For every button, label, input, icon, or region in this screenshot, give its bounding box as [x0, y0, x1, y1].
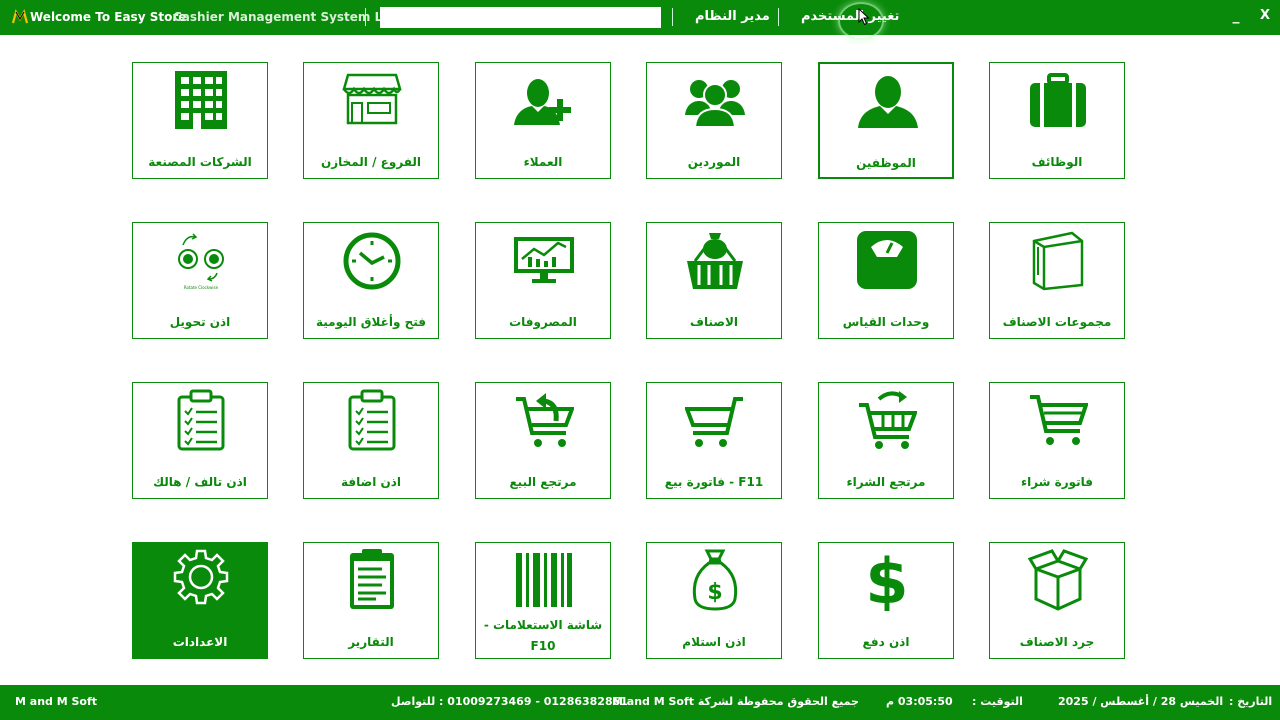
tile-label: اذن دفع [862, 635, 910, 649]
building-icon [175, 71, 227, 129]
tile-employees[interactable]: الموظفين [818, 62, 954, 179]
monitor-chart-icon [514, 237, 574, 283]
copyright-text: جميع الحقوق محفوظة لشركة M and M Soft [612, 695, 859, 708]
tile-purchase-return[interactable]: مرتجع الشراء [818, 382, 954, 499]
close-button[interactable]: X [1258, 8, 1272, 26]
tile-label: الشركات المصنعة [148, 155, 252, 169]
tile-purchase-invoice[interactable]: فاتورة شراء [989, 382, 1125, 499]
suppliers-icon [685, 80, 745, 128]
time-value: 03:05:50 م [886, 695, 953, 708]
title-bar: Welcome To Easy Store Cashier Management… [0, 0, 1280, 40]
tile-label: الوظائف [1031, 155, 1083, 169]
tile-label: مرتجع الشراء [846, 475, 926, 489]
shopping-bag-icon [1032, 231, 1084, 291]
tile-label: اذن تحويل [169, 315, 231, 329]
briefcase-icon [1030, 73, 1086, 127]
contact-phones: 01286382861 - 01009273469 : للتواصل [391, 695, 628, 708]
barcode-icon [516, 553, 572, 607]
add-customer-icon [514, 79, 571, 125]
tile-units[interactable]: وحدات القياس [818, 222, 954, 339]
cart-icon [1030, 395, 1088, 445]
tile-inquiry[interactable]: شاشة الاستعلامات - F10 [475, 542, 611, 659]
search-input[interactable] [380, 7, 661, 28]
tile-label: اذن استلام [682, 635, 746, 649]
tile-label: شاشة الاستعلامات - F10 [476, 615, 610, 657]
tile-jobs[interactable]: الوظائف [989, 62, 1125, 179]
cart-sale-icon [685, 397, 743, 447]
rotate-clockwise-icon: Rotate Clockwise [178, 233, 224, 290]
tile-label: الموظفين [856, 156, 916, 170]
minimize-button[interactable]: _ [1229, 8, 1243, 26]
money-bag-icon: $ [692, 549, 738, 611]
tile-label: الفروع / المخازن [320, 155, 422, 169]
svg-text:$: $ [865, 547, 908, 611]
tile-label: مجموعات الاصناف [1002, 315, 1112, 329]
cart-return-icon [859, 391, 917, 449]
divider [778, 8, 780, 26]
tile-label: اذن اضافة [340, 475, 402, 489]
tile-label: جرد الاصناف [1019, 635, 1095, 649]
tile-customers[interactable]: العملاء [475, 62, 611, 179]
tile-label-line1: شاشة الاستعلامات - [483, 618, 603, 632]
tile-label: التقارير [348, 635, 394, 649]
company-name: M and M Soft [15, 695, 98, 708]
tile-item-groups[interactable]: مجموعات الاصناف [989, 222, 1125, 339]
clipboard-icon [348, 389, 396, 451]
tile-inventory[interactable]: جرد الاصناف [989, 542, 1125, 659]
divider [672, 8, 674, 26]
app-logo-icon [12, 9, 28, 24]
tile-open-close-day[interactable]: فتح وأغلاق اليومية [303, 222, 439, 339]
time-label: التوقيت : [972, 695, 1023, 708]
icon-caption: Rotate Clockwise [184, 285, 219, 290]
box-icon [1028, 549, 1088, 611]
tile-suppliers[interactable]: الموردين [646, 62, 782, 179]
tile-addition[interactable]: اذن اضافة [303, 382, 439, 499]
tile-items[interactable]: الاصناف [646, 222, 782, 339]
date-value: الخميس 28 / أغسطس / 2025 [1058, 695, 1224, 708]
tile-label: اذن تالف / هالك [153, 475, 247, 489]
tile-reports[interactable]: التقارير [303, 542, 439, 659]
tile-settings[interactable]: الاعدادات [132, 542, 268, 659]
tile-sale-invoice[interactable]: F11 - فاتورة بيع [646, 382, 782, 499]
tile-label: العملاء [523, 155, 563, 169]
tile-label: وحدات القياس [842, 315, 930, 329]
mouse-cursor-icon [858, 8, 870, 26]
tile-manufacturers[interactable]: الشركات المصنعة [132, 62, 268, 179]
scale-icon [857, 231, 917, 289]
tile-label-line2: F10 [530, 639, 556, 653]
tile-sale-return[interactable]: مرتجع البيع [475, 382, 611, 499]
tile-payment[interactable]: $ اذن دفع [818, 542, 954, 659]
tile-label: مرتجع البيع [509, 475, 577, 489]
tile-label: الاصناف [690, 315, 738, 329]
tile-label: F11 - فاتورة بيع [664, 475, 764, 489]
tile-branches[interactable]: الفروع / المخازن [303, 62, 439, 179]
dollar-icon: $ [865, 547, 908, 611]
gear-icon [173, 549, 229, 605]
clock-icon [343, 232, 401, 290]
tile-receipt[interactable]: $ اذن استلام [646, 542, 782, 659]
report-icon [350, 549, 394, 609]
svg-text:$: $ [707, 580, 722, 605]
date-label: التاريخ : [1229, 695, 1273, 708]
divider [365, 8, 367, 26]
admin-button[interactable]: مدير النظام [695, 9, 770, 24]
tile-damage[interactable]: اذن تالف / هالك [132, 382, 268, 499]
store-icon [342, 73, 402, 125]
employee-icon [858, 76, 918, 128]
tile-label: الموردين [687, 155, 741, 169]
tile-label: المصروفات [509, 315, 577, 329]
status-bar: M and M Soft 01286382861 - 01009273469 :… [0, 685, 1280, 720]
tile-label: فتح وأغلاق اليومية [315, 315, 426, 329]
clipboard-damage-icon [177, 389, 225, 451]
tile-label: الاعدادات [172, 635, 228, 649]
welcome-text: Welcome To Easy Store [30, 10, 187, 24]
tile-expenses[interactable]: المصروفات [475, 222, 611, 339]
cart-back-icon [516, 393, 574, 447]
tile-transfer[interactable]: Rotate Clockwise اذن تحويل [132, 222, 268, 339]
basket-icon [687, 233, 743, 289]
system-name: Cashier Management System L4 [173, 10, 391, 24]
tile-label: فاتورة شراء [1020, 475, 1094, 489]
